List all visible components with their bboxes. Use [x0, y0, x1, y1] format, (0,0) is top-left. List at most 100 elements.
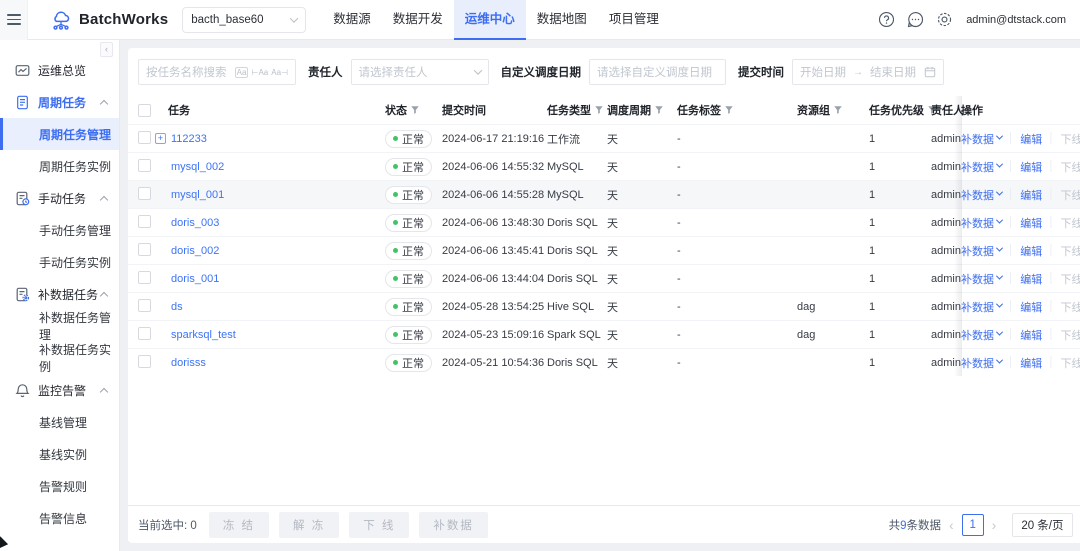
- chevron-up-icon: [100, 99, 108, 107]
- edit-link[interactable]: 编辑: [1020, 327, 1042, 343]
- nav-tab-active[interactable]: 运维中心: [454, 0, 526, 40]
- nav-tab[interactable]: 数据开发: [382, 0, 454, 40]
- edit-link[interactable]: 编辑: [1020, 131, 1042, 147]
- patch-data-link[interactable]: 补数据: [961, 355, 1002, 371]
- edit-link[interactable]: 编辑: [1020, 187, 1042, 203]
- bulk-action-button[interactable]: 冻 结: [209, 512, 269, 538]
- match-end-icon[interactable]: Aa⊣: [271, 68, 288, 77]
- table-row: doris_001正常2024-06-06 13:44:04Doris SQL天…: [128, 264, 1080, 292]
- task-name-link[interactable]: mysql_002: [171, 161, 224, 173]
- owner-select[interactable]: 请选择责任人: [351, 59, 489, 85]
- sidebar-group-title[interactable]: 手动任务: [0, 182, 119, 214]
- patch-data-link[interactable]: 补数据: [961, 159, 1002, 175]
- offline-link[interactable]: 下线: [1061, 299, 1080, 315]
- edit-link[interactable]: 编辑: [1020, 271, 1042, 287]
- submit-time-cell: 2024-06-06 14:55:28: [442, 189, 547, 201]
- sidebar-subitem[interactable]: 补数据任务实例: [0, 342, 119, 374]
- patch-data-link[interactable]: 补数据: [961, 187, 1002, 203]
- project-select[interactable]: bacth_base60: [182, 7, 306, 33]
- bulk-action-button[interactable]: 解 冻: [279, 512, 339, 538]
- sidebar-subitem[interactable]: 告警信息: [0, 502, 119, 534]
- task-name-link[interactable]: dorisss: [171, 357, 206, 369]
- sidebar-group-title[interactable]: 监控告警: [0, 374, 119, 406]
- row-checkbox[interactable]: [138, 187, 151, 200]
- row-checkbox[interactable]: [138, 131, 151, 144]
- priority-cell: 1: [869, 189, 931, 201]
- user-email[interactable]: admin@dtstack.com: [966, 14, 1066, 26]
- patch-data-link[interactable]: 补数据: [961, 243, 1002, 259]
- sidebar-subitem[interactable]: 手动任务实例: [0, 246, 119, 278]
- page-size-select[interactable]: 20 条/页: [1012, 513, 1072, 537]
- task-name-link[interactable]: mysql_001: [171, 189, 224, 201]
- patch-data-link[interactable]: 补数据: [961, 327, 1002, 343]
- sidebar-group-title[interactable]: 补数据任务: [0, 278, 119, 310]
- offline-link[interactable]: 下线: [1061, 327, 1080, 343]
- offline-link[interactable]: 下线: [1061, 187, 1080, 203]
- nav-tab[interactable]: 项目管理: [598, 0, 670, 40]
- row-checkbox[interactable]: [138, 215, 151, 228]
- sidebar-group-title[interactable]: 周期任务: [0, 86, 119, 118]
- match-start-icon[interactable]: ⊢Aa: [251, 68, 268, 77]
- next-page-icon[interactable]: ›: [992, 518, 997, 532]
- edit-link[interactable]: 编辑: [1020, 243, 1042, 259]
- gear-icon[interactable]: [936, 11, 953, 28]
- sidebar-subitem[interactable]: 告警规则: [0, 470, 119, 502]
- task-name-link[interactable]: 112233: [171, 133, 207, 145]
- offline-link[interactable]: 下线: [1061, 215, 1080, 231]
- sidebar-subitem[interactable]: 补数据任务管理: [0, 310, 119, 342]
- task-name-link[interactable]: doris_001: [171, 273, 219, 285]
- offline-link[interactable]: 下线: [1061, 355, 1080, 371]
- offline-link[interactable]: 下线: [1061, 271, 1080, 287]
- filter-icon[interactable]: [833, 105, 843, 115]
- edit-link[interactable]: 编辑: [1020, 215, 1042, 231]
- sidebar-item[interactable]: 运维总览: [0, 54, 119, 86]
- offline-link[interactable]: 下线: [1061, 243, 1080, 259]
- offline-link[interactable]: 下线: [1061, 159, 1080, 175]
- nav-tab[interactable]: 数据地图: [526, 0, 598, 40]
- filter-icon[interactable]: [724, 105, 734, 115]
- sidebar-subitem[interactable]: 基线实例: [0, 438, 119, 470]
- help-icon[interactable]: [878, 11, 895, 28]
- filter-icon[interactable]: [654, 105, 664, 115]
- sidebar-subitem[interactable]: 手动任务管理: [0, 214, 119, 246]
- bulk-action-button[interactable]: 下 线: [349, 512, 409, 538]
- status-dot-icon: [393, 192, 398, 197]
- sidebar-subitem-active[interactable]: 周期任务管理: [0, 118, 119, 150]
- task-name-link[interactable]: sparksql_test: [171, 329, 236, 341]
- edit-link[interactable]: 编辑: [1020, 299, 1042, 315]
- nav-tab[interactable]: 数据源: [322, 0, 382, 40]
- task-name-link[interactable]: ds: [171, 301, 183, 313]
- current-page-button[interactable]: 1: [962, 514, 984, 536]
- sidebar-item-label: 监控告警: [38, 382, 86, 399]
- task-name-link[interactable]: doris_003: [171, 217, 219, 229]
- task-name-search-input[interactable]: 按任务名称搜索 Aa ⊢Aa Aa⊣: [138, 59, 296, 85]
- row-checkbox[interactable]: [138, 243, 151, 256]
- match-case-icon[interactable]: Aa: [235, 67, 249, 78]
- hamburger-menu-icon[interactable]: [0, 0, 28, 40]
- sidebar-subitem[interactable]: 周期任务实例: [0, 150, 119, 182]
- task-name-link[interactable]: doris_002: [171, 245, 219, 257]
- edit-link[interactable]: 编辑: [1020, 355, 1042, 371]
- sidebar-subitem[interactable]: 基线管理: [0, 406, 119, 438]
- row-checkbox[interactable]: [138, 159, 151, 172]
- patch-data-link[interactable]: 补数据: [961, 131, 1002, 147]
- select-all-checkbox[interactable]: [138, 104, 151, 117]
- offline-link[interactable]: 下线: [1061, 131, 1080, 147]
- bulk-action-button[interactable]: 补数据: [419, 512, 488, 538]
- row-checkbox[interactable]: [138, 271, 151, 284]
- edit-link[interactable]: 编辑: [1020, 159, 1042, 175]
- patch-data-link[interactable]: 补数据: [961, 299, 1002, 315]
- column-header: 资源组: [797, 102, 869, 118]
- row-checkbox[interactable]: [138, 299, 151, 312]
- filter-icon[interactable]: [594, 105, 604, 115]
- expand-row-icon[interactable]: +: [155, 133, 166, 144]
- message-icon[interactable]: [907, 11, 924, 28]
- submit-time-range-input[interactable]: 开始日期 → 结束日期: [792, 59, 944, 85]
- patch-data-link[interactable]: 补数据: [961, 215, 1002, 231]
- row-checkbox[interactable]: [138, 327, 151, 340]
- row-checkbox[interactable]: [138, 355, 151, 368]
- prev-page-icon[interactable]: ‹: [949, 518, 954, 532]
- custom-schedule-date-input[interactable]: 请选择自定义调度日期: [589, 59, 726, 85]
- filter-icon[interactable]: [410, 105, 420, 115]
- patch-data-link[interactable]: 补数据: [961, 271, 1002, 287]
